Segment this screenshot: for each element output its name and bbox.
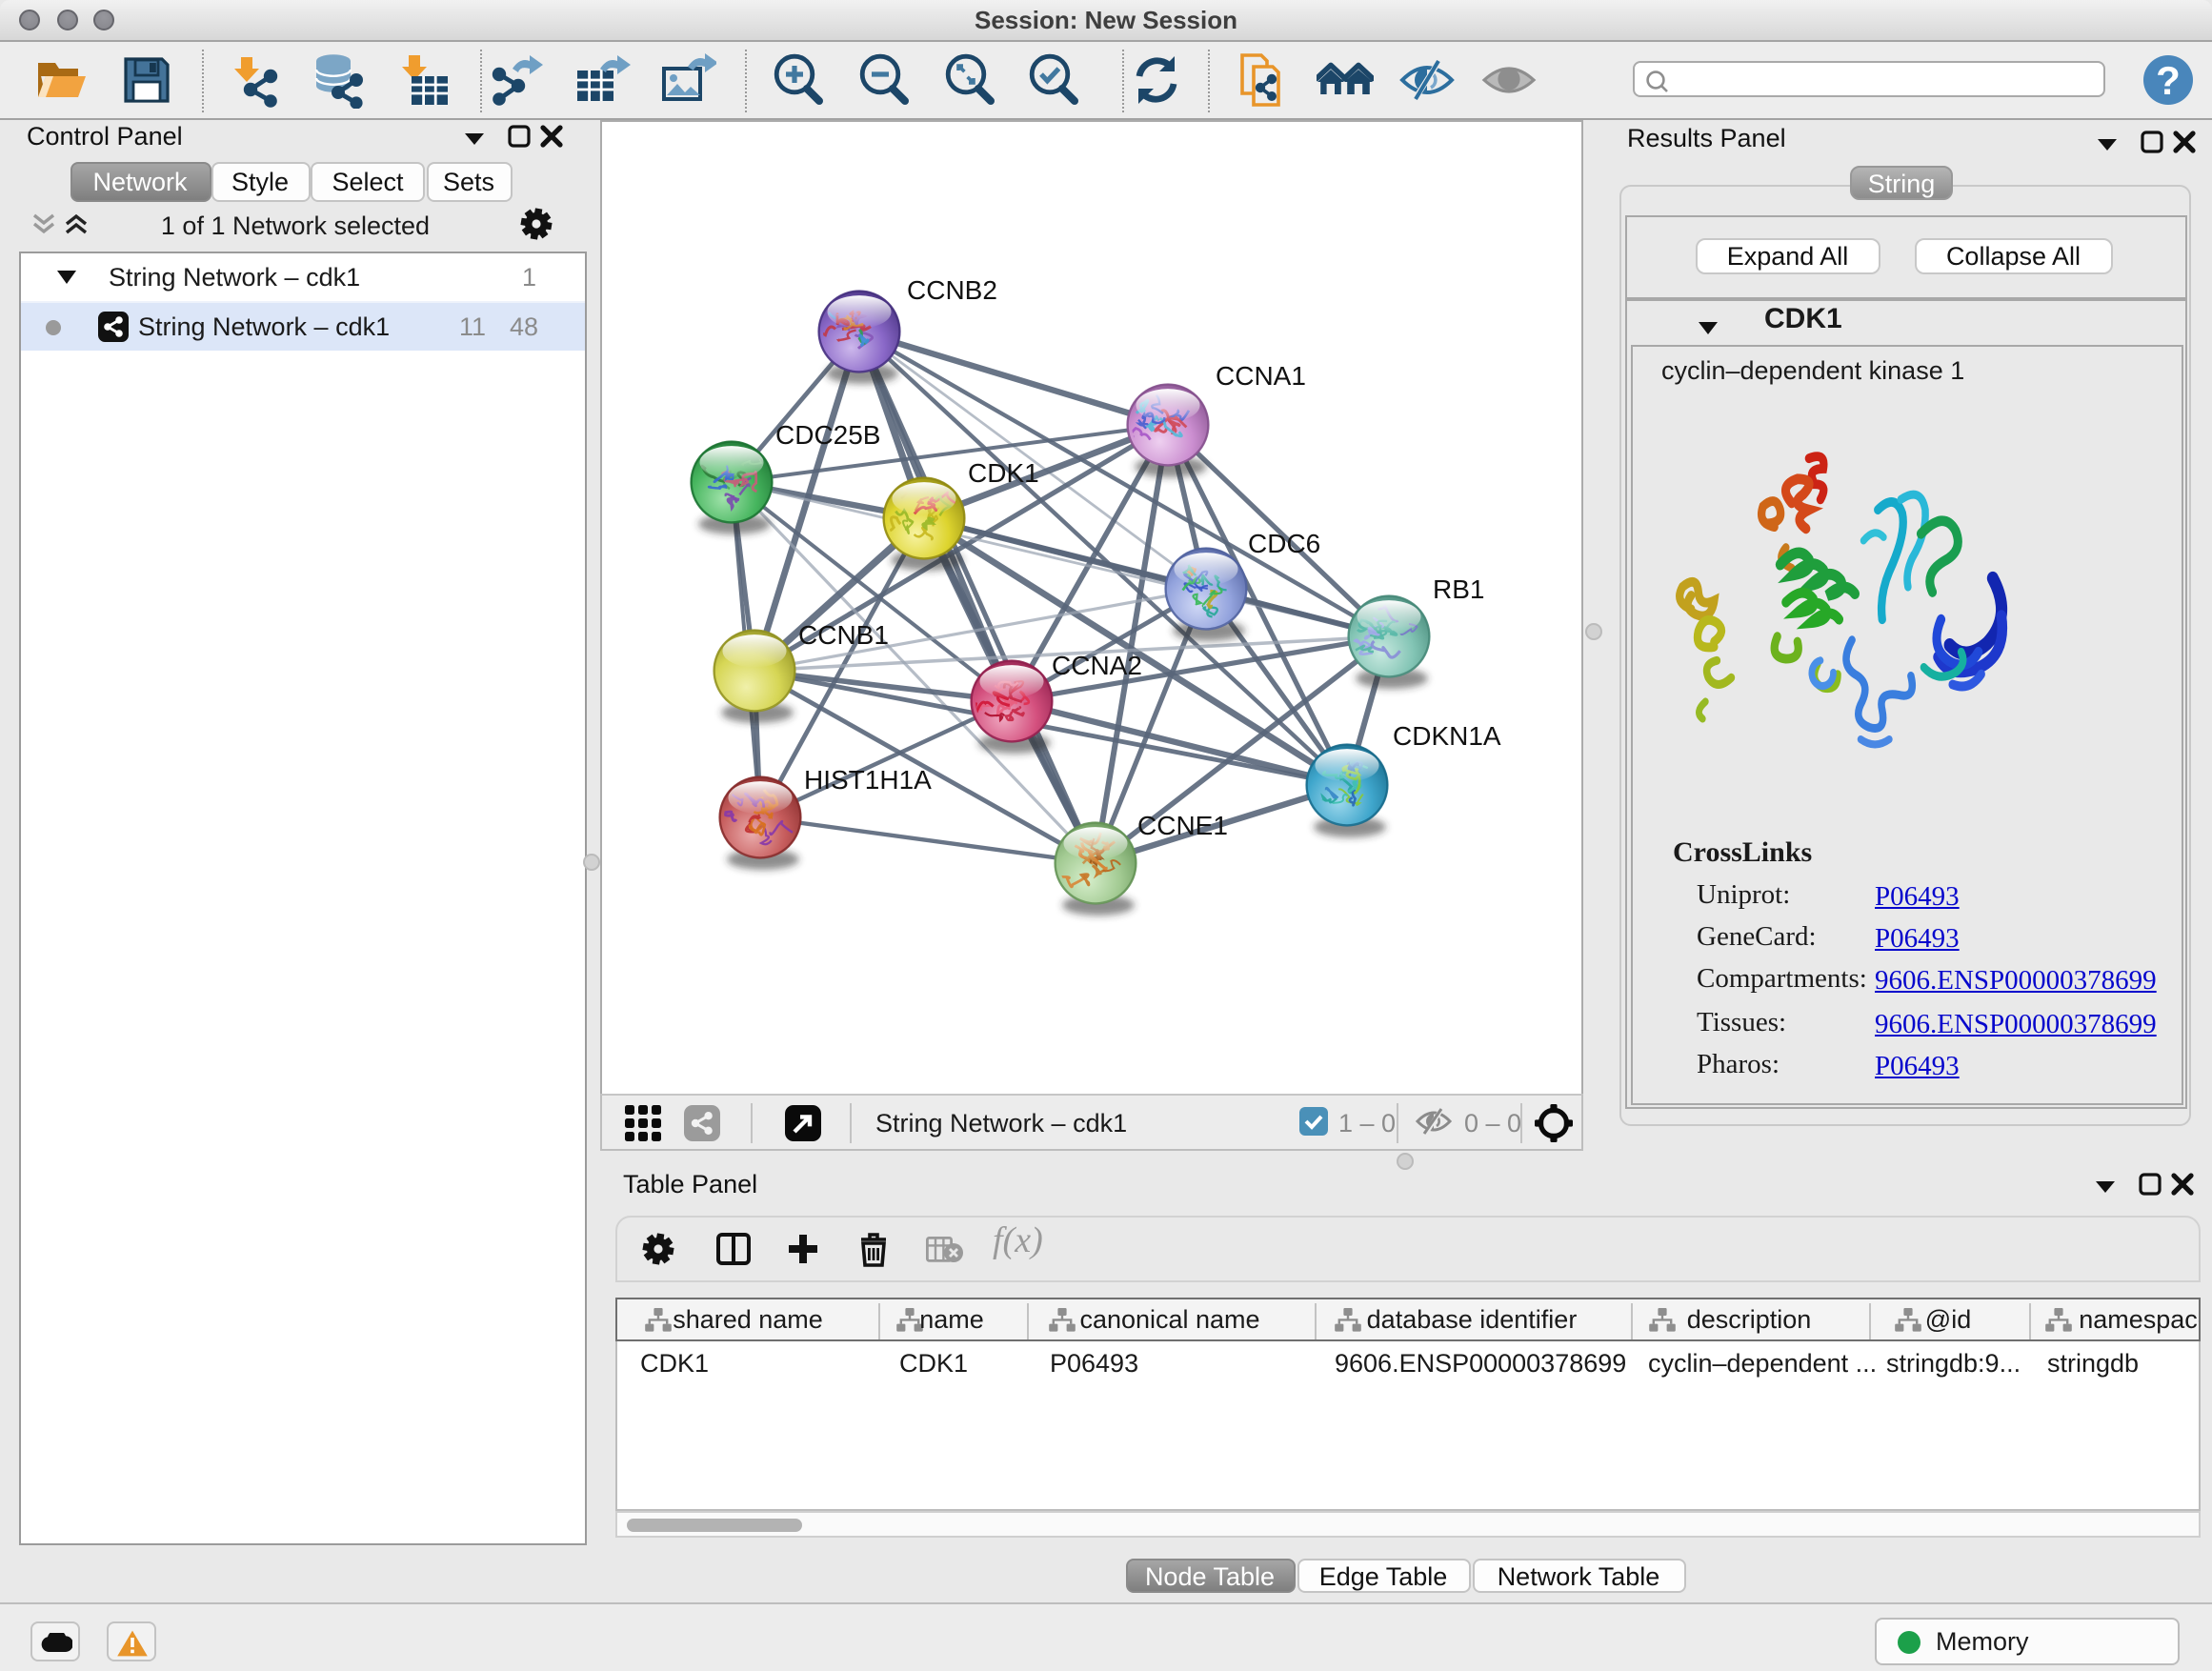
svg-text:CCNA1: CCNA1 <box>1215 360 1305 390</box>
svg-text:RB1: RB1 <box>1432 574 1483 603</box>
svg-text:CDK1: CDK1 <box>967 457 1038 487</box>
svg-text:?: ? <box>2155 58 2180 103</box>
svg-text:HIST1H1A: HIST1H1A <box>803 764 931 794</box>
svg-text:CDC6: CDC6 <box>1247 528 1319 557</box>
svg-text:CCNB2: CCNB2 <box>906 274 996 304</box>
svg-text:CDKN1A: CDKN1A <box>1392 720 1500 750</box>
svg-text:CCNB1: CCNB1 <box>797 619 888 649</box>
svg-text:CCNA2: CCNA2 <box>1051 650 1141 679</box>
svg-text:CCNE1: CCNE1 <box>1136 810 1227 839</box>
svg-text:CDC25B: CDC25B <box>774 419 879 449</box>
